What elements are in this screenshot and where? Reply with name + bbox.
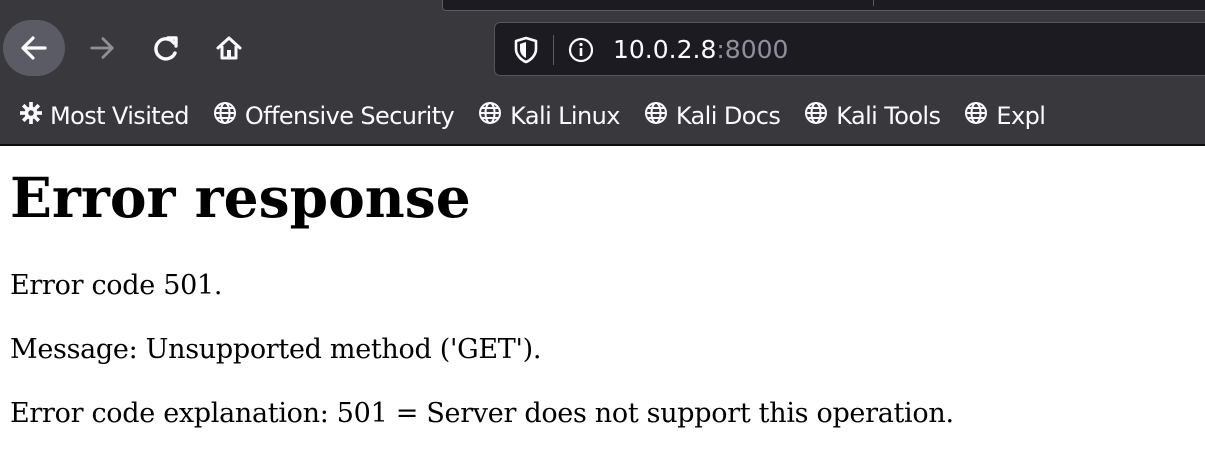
- bookmark-label: Most Visited: [50, 102, 189, 130]
- bookmark-kali-docs[interactable]: Kali Docs: [644, 101, 781, 131]
- back-button[interactable]: [3, 20, 65, 76]
- arrow-left-icon: [19, 33, 49, 63]
- home-button[interactable]: [205, 24, 253, 72]
- forward-button[interactable]: [78, 24, 126, 72]
- reload-button[interactable]: [142, 24, 190, 72]
- home-icon: [215, 34, 243, 62]
- globe-icon: [213, 101, 245, 131]
- bookmark-exploit-db[interactable]: Expl: [964, 101, 1046, 131]
- globe-icon: [644, 101, 676, 131]
- error-message-text: Message: Unsupported method ('GET').: [10, 334, 542, 365]
- reload-icon: [152, 34, 180, 62]
- globe-icon: [804, 101, 836, 131]
- info-icon[interactable]: [567, 36, 595, 64]
- tab-strip: [442, 0, 1205, 11]
- globe-icon: [964, 101, 996, 131]
- address-bar[interactable]: 10.0.2.8:8000: [494, 22, 1205, 76]
- error-code-text: Error code 501.: [10, 270, 223, 301]
- bookmark-label: Kali Linux: [510, 102, 620, 130]
- url-host: 10.0.2.8: [613, 35, 717, 64]
- bookmark-label: Kali Docs: [675, 102, 781, 130]
- bookmark-label: Offensive Security: [244, 102, 455, 130]
- toolbar-divider: [0, 144, 1205, 146]
- bookmark-kali-linux[interactable]: Kali Linux: [478, 101, 620, 131]
- globe-icon: [478, 101, 510, 131]
- bookmark-kali-tools[interactable]: Kali Tools: [804, 101, 941, 131]
- shield-icon[interactable]: [513, 36, 539, 64]
- bookmark-offensive-security[interactable]: Offensive Security: [213, 101, 455, 131]
- page-title: Error response: [10, 165, 471, 230]
- url-port: :8000: [716, 35, 789, 64]
- urlbar-separator: [553, 35, 554, 65]
- bookmarks-toolbar: Most Visited Offensive Security Kali Lin…: [0, 92, 1205, 140]
- bookmark-label: Kali Tools: [836, 102, 941, 130]
- browser-toolbar: 10.0.2.8:8000 Most Visited Offensive Sec…: [0, 0, 1205, 146]
- arrow-right-icon: [88, 34, 116, 62]
- url-text[interactable]: 10.0.2.8:8000: [613, 34, 788, 66]
- page-content: Error response Error code 501. Message: …: [10, 163, 1200, 461]
- bookmark-label: Expl: [996, 102, 1046, 130]
- bookmark-most-visited[interactable]: Most Visited: [20, 102, 189, 130]
- gear-icon: [20, 102, 50, 130]
- error-explanation-text: Error code explanation: 501 = Server doe…: [10, 398, 954, 429]
